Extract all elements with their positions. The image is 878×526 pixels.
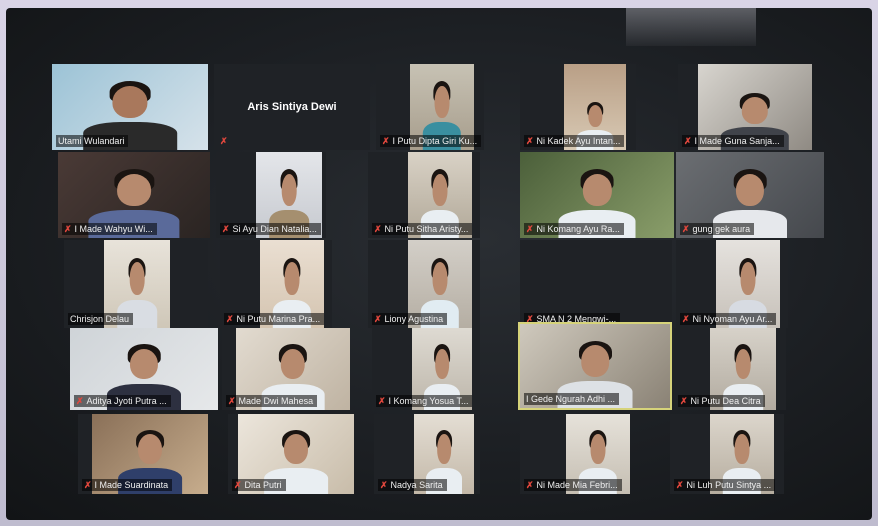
participant-tile[interactable]: ✗ Ni Komang Ayu Ra...	[520, 152, 674, 238]
participant-tile[interactable]: Chrisjon Delau	[64, 240, 208, 328]
participant-tile[interactable]: ✗ Ni Nyoman Ayu Ar...	[676, 240, 788, 328]
muted-mic-icon: ✗	[526, 136, 534, 146]
participant-name: ✗ Dita Putri	[232, 479, 286, 491]
participant-tile[interactable]: ✗ Made Dwi Mahesa	[222, 328, 350, 410]
muted-mic-icon: ✗	[374, 224, 382, 234]
participant-name: ✗ Ni Kadek Ayu Intan...	[524, 135, 625, 147]
muted-mic-icon: ✗	[374, 314, 382, 324]
muted-mic-icon: ✗	[676, 480, 684, 490]
muted-mic-icon: ✗	[234, 480, 242, 490]
muted-mic-icon: ✗	[380, 480, 388, 490]
participant-tile[interactable]: ✗ Ni Luh Putu Sintya ...	[670, 414, 784, 494]
muted-mic-icon: ✗	[680, 396, 688, 406]
participant-name: ✗ I Made Wahyu Wi...	[62, 223, 157, 235]
participant-tile[interactable]: Aris Sintiya Dewi ✗	[214, 64, 370, 150]
participant-tile[interactable]: ✗ Ni Putu Marina Pra...	[220, 240, 332, 328]
muted-mic-icon: ✗	[76, 396, 84, 406]
screen-glare	[626, 8, 756, 46]
participant-tile[interactable]: ✗ I Komang Yosua T...	[372, 328, 480, 410]
participant-name: ✗ Nadya Sarita	[378, 479, 447, 491]
participant-tile[interactable]: ✗ I Made Wahyu Wi...	[58, 152, 210, 238]
participant-name: Aris Sintiya Dewi	[247, 101, 337, 113]
participant-tile[interactable]: ✗ Dita Putri	[228, 414, 354, 494]
muted-mic-icon: ✗	[220, 136, 228, 146]
participant-name: ✗ Ni Nyoman Ayu Ar...	[680, 313, 777, 325]
participant-tile[interactable]: ✗ SMA N 2 Mengwi-...	[520, 240, 672, 328]
muted-mic-icon: ✗	[526, 224, 534, 234]
participant-name: ✗ Made Dwi Mahesa	[226, 395, 318, 407]
participant-tile[interactable]: ✗ Ni Kadek Ayu Intan...	[520, 64, 636, 150]
participant-name: ✗ I Putu Dipta Giri Ku...	[380, 135, 482, 147]
participant-name: ✗ I Made Suardinata	[82, 479, 173, 491]
participant-tile[interactable]: ✗ Liony Agustina	[368, 240, 480, 328]
muted-mic-icon: ✗	[682, 224, 690, 234]
participant-tile[interactable]: ✗ I Made Guna Sanja...	[678, 64, 812, 150]
participant-name: ✗ Ni Made Mia Febri...	[524, 479, 622, 491]
muted-mic-icon: ✗	[682, 314, 690, 324]
participant-name: ✗ I Komang Yosua T...	[376, 395, 473, 407]
participant-tile[interactable]: ✗ Ni Putu Sitha Aristy...	[368, 152, 480, 238]
participant-name: ✗ Ni Putu Sitha Aristy...	[372, 223, 473, 235]
muted-mic-icon: ✗	[684, 136, 692, 146]
participant-name: ✗ Ni Luh Putu Sintya ...	[674, 479, 776, 491]
participant-name: ✗ Aditya Jyoti Putra ...	[74, 395, 171, 407]
participant-tile[interactable]: Utami Wulandari	[52, 64, 208, 150]
participant-tile[interactable]: ✗ I Made Suardinata	[78, 414, 208, 494]
participant-tile[interactable]: ✗ I Putu Dipta Giri Ku...	[376, 64, 484, 150]
participant-name-label: ✗	[218, 135, 235, 147]
video-gallery: Utami Wulandari Aris Sintiya Dewi ✗ ✗ I P…	[6, 8, 872, 520]
muted-mic-icon: ✗	[64, 224, 72, 234]
participant-name: ✗ Ni Putu Marina Pra...	[224, 313, 325, 325]
muted-mic-icon: ✗	[84, 480, 92, 490]
participant-name: ✗ Si Ayu Dian Natalia...	[220, 223, 321, 235]
participant-tile[interactable]: ✗ Ni Made Mia Febri...	[520, 414, 630, 494]
participant-name: Utami Wulandari	[56, 135, 129, 147]
participant-tile[interactable]: ✗ Nadya Sarita	[374, 414, 480, 494]
participant-name: ✗ gung gek aura	[680, 223, 755, 235]
muted-mic-icon: ✗	[226, 314, 234, 324]
muted-mic-icon: ✗	[222, 224, 230, 234]
participant-name: ✗ Ni Putu Dea Citra	[678, 395, 765, 407]
participant-name: ✗ Liony Agustina	[372, 313, 448, 325]
participant-tile[interactable]: ✗ Ni Putu Dea Citra	[674, 328, 786, 410]
participant-name: ✗ Ni Komang Ayu Ra...	[524, 223, 624, 235]
participant-tile[interactable]: ✗ Aditya Jyoti Putra ...	[70, 328, 218, 410]
participant-name: Chrisjon Delau	[68, 313, 134, 325]
muted-mic-icon: ✗	[228, 396, 236, 406]
muted-mic-icon: ✗	[382, 136, 390, 146]
participant-tile[interactable]: ✗ gung gek aura	[676, 152, 824, 238]
muted-mic-icon: ✗	[378, 396, 386, 406]
muted-mic-icon: ✗	[526, 480, 534, 490]
participant-tile[interactable]: ✗ Si Ayu Dian Natalia...	[216, 152, 326, 238]
participant-name: I Gede Ngurah Adhi ...	[524, 393, 620, 405]
active-speaker-tile[interactable]: I Gede Ngurah Adhi ...	[518, 322, 672, 410]
participant-name: ✗ I Made Guna Sanja...	[682, 135, 784, 147]
